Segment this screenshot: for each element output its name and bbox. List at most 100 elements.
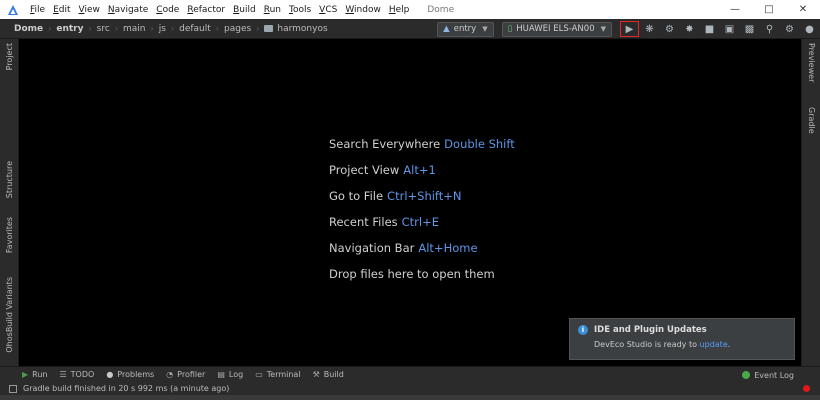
tab-ohosbuild-variants-label: OhosBuild Variants: [5, 277, 14, 353]
device-manager-button[interactable]: ▩: [740, 21, 759, 37]
menu-view[interactable]: View: [75, 5, 104, 15]
tab-project[interactable]: Project: [0, 43, 19, 70]
menu-help[interactable]: Help: [385, 5, 414, 15]
breadcrumb-label: main: [123, 23, 146, 34]
tab-label: Terminal: [266, 370, 301, 379]
tab-previewer[interactable]: Previewer: [802, 43, 820, 82]
breadcrumb-item-pages[interactable]: pages: [224, 24, 251, 34]
tab-ohosbuild-variants[interactable]: OhosBuild Variants: [0, 277, 19, 353]
breadcrumb-item-harmonyos[interactable]: harmonyos: [264, 23, 328, 34]
run-toolbar: ▲ entry ▼ ▯ HUAWEI ELS-AN00 ▼ ▶ ❋ ⚙ ✸ ■ …: [437, 19, 820, 39]
menu-navigate[interactable]: Navigate: [104, 5, 152, 15]
error-indicator-icon[interactable]: [803, 385, 810, 392]
status-bar: Gradle build finished in 20 s 992 ms (a …: [0, 382, 820, 395]
event-log-label: Event Log: [754, 370, 794, 380]
breadcrumb-label: src: [96, 23, 110, 34]
tab-previewer-label: Previewer: [807, 43, 816, 83]
menu-tools[interactable]: Tools: [285, 5, 315, 15]
menu-code[interactable]: Code: [152, 5, 183, 15]
editor-area[interactable]: Search Everywhere Double Shift Project Vie…: [19, 39, 801, 366]
account-button[interactable]: ●: [800, 21, 819, 37]
bottom-tabs: ▶ Run ☰ TODO ● Problems ◔ Profiler ▤ Log ▭ Terminal…: [22, 370, 356, 379]
breadcrumb-label: harmonyos: [277, 23, 328, 34]
update-notification[interactable]: i IDE and Plugin Updates DevEco Studio i…: [569, 318, 795, 360]
tab-label: Problems: [117, 370, 155, 379]
menu-file[interactable]: File: [26, 5, 49, 15]
close-icon[interactable]: ✕: [786, 0, 820, 19]
hint-label: Project View: [329, 163, 400, 177]
run-button[interactable]: ▶: [620, 21, 639, 37]
menu-build[interactable]: Build: [229, 5, 260, 15]
hint-label: Recent Files: [329, 215, 398, 229]
attach-debugger-button[interactable]: ⚙: [660, 21, 679, 37]
module-select[interactable]: ▲ entry ▼: [437, 21, 494, 37]
debug-button[interactable]: ❋: [640, 21, 659, 37]
chevron-right-icon: ›: [256, 24, 260, 33]
chevron-right-icon: ›: [114, 24, 119, 33]
tab-build[interactable]: ⚒ Build: [313, 370, 344, 379]
device-select-value: HUAWEI ELS-AN00: [516, 24, 595, 34]
stop-button[interactable]: ■: [700, 21, 719, 37]
tab-favorites[interactable]: Favorites: [0, 217, 19, 253]
chevron-right-icon: ›: [215, 24, 219, 33]
notification-body: DevEco Studio is ready to update.: [578, 340, 786, 349]
tab-problems[interactable]: ● Problems: [106, 370, 154, 379]
minimize-icon[interactable]: —: [718, 0, 752, 19]
project-structure-button[interactable]: ▣: [720, 21, 739, 37]
status-message: Gradle build finished in 20 s 992 ms (a …: [23, 384, 230, 393]
hint-label: Drop files here to open them: [329, 267, 495, 281]
tab-run[interactable]: ▶ Run: [22, 370, 48, 379]
tab-structure-label: Structure: [5, 161, 14, 199]
hint-row: Drop files here to open them: [329, 267, 515, 293]
hint-row: Search Everywhere Double Shift: [329, 137, 515, 163]
breadcrumb-item-src[interactable]: src: [97, 24, 110, 34]
hint-row: Go to File Ctrl+Shift+N: [329, 189, 515, 215]
info-icon: i: [578, 325, 588, 335]
chevron-down-icon: ▼: [600, 25, 606, 33]
app-logo-icon: [4, 4, 22, 16]
device-select[interactable]: ▯ HUAWEI ELS-AN00 ▼: [501, 21, 612, 37]
profiler-icon: ◔: [166, 370, 174, 379]
update-link[interactable]: update: [700, 340, 728, 349]
tab-log[interactable]: ▤ Log: [217, 370, 243, 379]
event-log-button[interactable]: Event Log: [742, 367, 794, 383]
hint-row: Recent Files Ctrl+E: [329, 215, 515, 241]
search-button[interactable]: ⚲: [760, 21, 779, 37]
settings-button[interactable]: ⚙: [780, 21, 799, 37]
window-bottom-edge: [0, 395, 820, 400]
menu-vcs[interactable]: VCS: [315, 5, 341, 15]
breadcrumb-label: default: [179, 23, 211, 34]
breadcrumb-item-entry[interactable]: entry: [56, 24, 83, 34]
menu-run[interactable]: Run: [260, 5, 285, 15]
tab-gradle[interactable]: Gradle: [802, 107, 820, 134]
module-select-value: entry: [453, 24, 477, 34]
breadcrumb-item-default[interactable]: default: [179, 24, 211, 34]
tab-terminal[interactable]: ▭ Terminal: [255, 370, 300, 379]
problems-icon: ●: [106, 370, 114, 379]
todo-icon: ☰: [59, 370, 67, 379]
tab-label: TODO: [70, 370, 95, 379]
hint-shortcut: Ctrl+E: [401, 215, 440, 229]
tab-profiler[interactable]: ◔ Profiler: [166, 370, 205, 379]
menu-window[interactable]: Window: [341, 5, 385, 15]
hint-shortcut: Double Shift: [444, 137, 515, 151]
event-log-icon: [742, 371, 751, 379]
tab-structure[interactable]: Structure: [0, 161, 19, 198]
breadcrumb-label: Dome: [14, 23, 44, 34]
breadcrumb: Dome › entry › src › main › js › default › pages › har…: [0, 24, 328, 34]
empty-editor-hints: Search Everywhere Double Shift Project Vie…: [329, 137, 515, 293]
device-manager-icon: ▩: [744, 23, 755, 35]
breadcrumb-item-main[interactable]: main: [123, 24, 146, 34]
run-icon: ▶: [22, 370, 29, 379]
toggle-tool-windows-icon[interactable]: [9, 384, 17, 393]
attach-debugger-icon: ⚙: [665, 23, 674, 35]
profiler-icon: ✸: [685, 23, 694, 35]
notification-suffix: .: [727, 340, 731, 349]
menu-edit[interactable]: Edit: [49, 5, 74, 15]
profiler-button[interactable]: ✸: [680, 21, 699, 37]
maximize-icon[interactable]: □: [752, 0, 786, 19]
breadcrumb-item-js[interactable]: js: [159, 24, 166, 34]
tab-todo[interactable]: ☰ TODO: [60, 370, 95, 379]
breadcrumb-item-dome[interactable]: Dome: [14, 24, 43, 34]
menu-refactor[interactable]: Refactor: [183, 5, 229, 15]
